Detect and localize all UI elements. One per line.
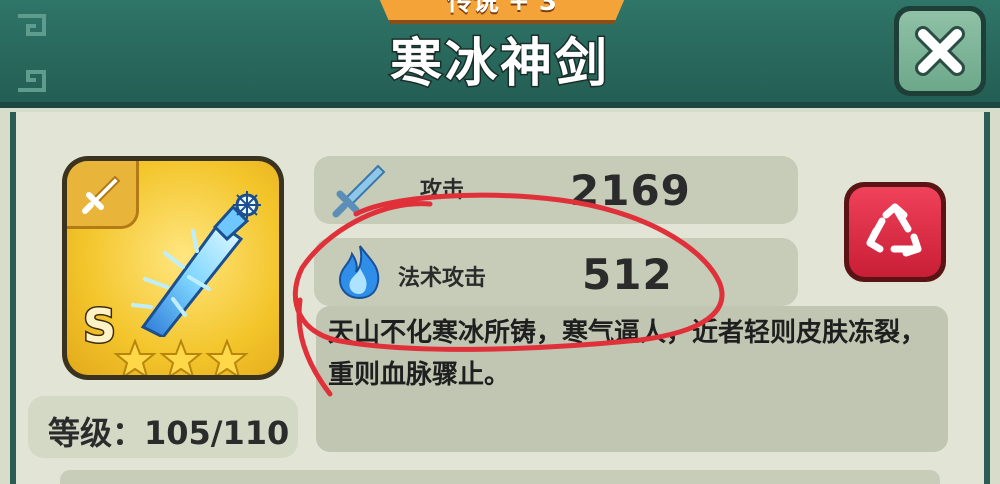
sword-icon xyxy=(332,164,386,218)
next-section-edge xyxy=(60,470,940,484)
stat-label: 法术攻击 xyxy=(398,266,487,291)
rarity-tab: 传说 + 3 xyxy=(372,0,632,24)
star-icon xyxy=(205,339,249,375)
description-text: 天山不化寒冰所铸，寒气逼人，近者轻则皮肤冻裂，重则血脉骤止。 xyxy=(328,318,927,390)
flame-icon xyxy=(338,245,380,300)
stat-row-attack: 攻击 2169 xyxy=(314,156,798,224)
recycle-icon xyxy=(866,203,922,257)
stat-value: 512 xyxy=(582,250,673,299)
level-text: 等级：105/110 xyxy=(48,414,290,452)
stat-value: 2169 xyxy=(570,166,691,215)
item-title: 寒冰神剑 xyxy=(388,33,610,96)
corner-ornament-icon xyxy=(18,14,46,92)
star-icon xyxy=(159,339,203,375)
item-card: S xyxy=(62,156,284,380)
close-button[interactable] xyxy=(894,6,986,96)
description-box: 天山不化寒冰所铸，寒气逼人，近者轻则皮肤冻裂，重则血脉骤止。 xyxy=(316,306,948,452)
star-rating xyxy=(113,339,253,375)
header-bar: 传说 + 3 寒冰神剑 xyxy=(0,0,1000,108)
level-box: 等级：105/110 xyxy=(28,396,298,458)
close-icon xyxy=(915,26,965,76)
grade-letter: S xyxy=(81,298,117,355)
star-icon xyxy=(113,339,157,375)
ice-sword-icon xyxy=(131,191,261,337)
stat-row-magic-attack: 法术攻击 512 xyxy=(314,238,798,306)
stat-label: 攻击 xyxy=(420,178,465,203)
recycle-button[interactable] xyxy=(844,182,946,282)
sword-icon xyxy=(81,175,120,214)
